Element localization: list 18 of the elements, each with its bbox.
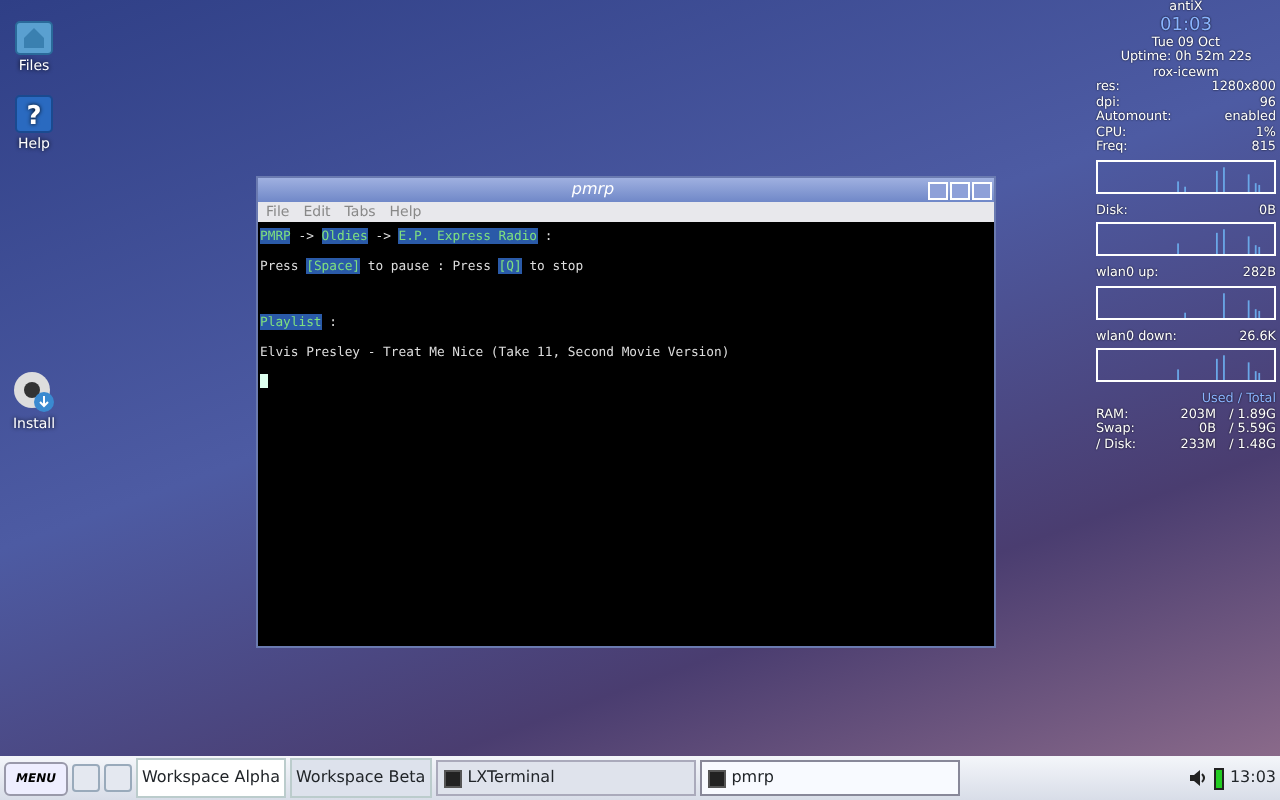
- help-icon[interactable]: ?: [14, 93, 54, 133]
- maximize-button[interactable]: [950, 181, 970, 199]
- minimize-button[interactable]: [928, 181, 948, 199]
- disc-icon[interactable]: [12, 370, 56, 414]
- clock-text: 01:03: [1158, 15, 1214, 35]
- volume-icon[interactable]: [1187, 768, 1208, 788]
- window-list-button[interactable]: [103, 764, 132, 792]
- clock-text: 13:03: [1229, 766, 1276, 790]
- workspace-button[interactable]: Workspace Alpha: [135, 758, 286, 798]
- folder-icon[interactable]: [14, 16, 54, 56]
- cursor-icon: [260, 374, 268, 388]
- taskbar-button[interactable]: pmrp: [699, 760, 960, 796]
- workspace-button[interactable]: Workspace Beta: [289, 758, 432, 798]
- taskbar-button[interactable]: LXTerminal: [435, 760, 696, 796]
- show-desktop-button[interactable]: [71, 764, 100, 792]
- battery-icon[interactable]: [1213, 767, 1224, 789]
- close-button[interactable]: [972, 181, 992, 199]
- window-title: pmrp: [569, 178, 617, 202]
